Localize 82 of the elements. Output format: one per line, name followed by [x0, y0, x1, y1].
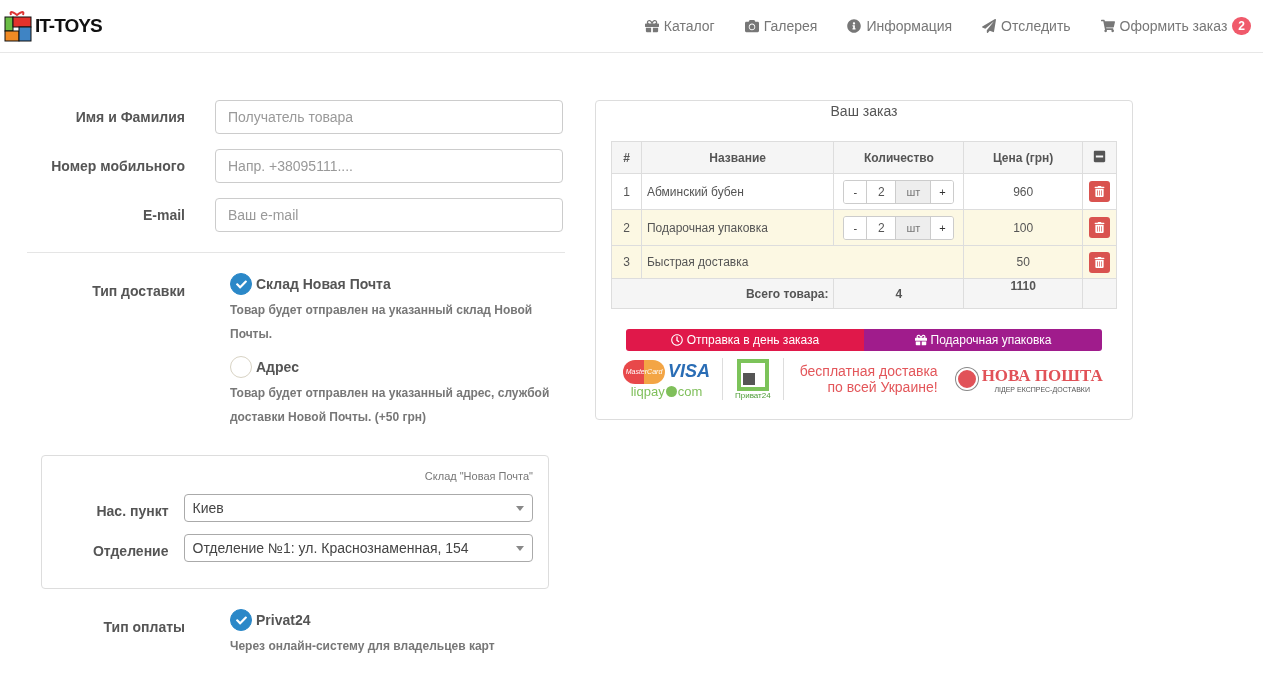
clock-icon	[670, 334, 683, 346]
nav-link[interactable]: Оформить заказ 2	[1100, 17, 1251, 35]
column-header: #	[611, 141, 642, 174]
caret-icon	[516, 545, 524, 551]
nav-link[interactable]: Каталог	[644, 18, 715, 34]
option-title: Склад Новая Почта	[256, 276, 391, 292]
input-field[interactable]: Ваш e-mail	[215, 198, 563, 232]
section-label: Тип доставки	[91, 283, 185, 299]
table-cell: Абминский бубен	[641, 173, 834, 210]
nav-link[interactable]: Информация	[847, 18, 953, 34]
gift-icon	[914, 334, 927, 346]
option-description: Товар будет отправлен на указанный адрес, службой доставки Новой Почты. (+50 грн)	[230, 385, 551, 426]
payment-logo: liqpay	[630, 383, 665, 399]
input-field[interactable]: Получатель товара	[215, 100, 563, 134]
unit-label: шт	[896, 180, 932, 203]
total-label: Всего товара:	[611, 278, 834, 309]
field-label: Нас. пункт	[95, 502, 169, 519]
trash-icon	[1094, 256, 1105, 268]
field-label: Номер мобильного	[50, 158, 185, 174]
collapse-icon[interactable]	[1093, 149, 1106, 163]
bank-logo	[736, 358, 769, 391]
table-cell: 50	[963, 245, 1083, 279]
field-label: Имя и Фамилия	[74, 109, 185, 125]
delete-button[interactable]	[1089, 181, 1110, 202]
count-badge: 2	[1232, 17, 1251, 35]
trash-icon	[1094, 222, 1105, 233]
table-cell: 1	[611, 173, 642, 210]
section-label: Тип оплаты	[102, 619, 185, 635]
coin-icon	[665, 385, 677, 397]
promo-text: по всей Украине!	[827, 379, 938, 395]
field-label: E-mail	[142, 207, 185, 223]
column-header: Количество	[833, 141, 964, 174]
column-header: Цена (грн)	[963, 141, 1083, 174]
info-icon	[847, 19, 862, 33]
cart-icon	[1100, 19, 1115, 33]
check-icon	[235, 614, 247, 626]
bank-name: Приват24	[735, 390, 771, 400]
courier-logo: НОВА ПОШТА	[981, 365, 1103, 386]
total-price: 1110	[963, 278, 1083, 309]
option-title: Privat24	[256, 612, 311, 628]
seal-icon	[955, 368, 978, 390]
dropdown-select[interactable]: Киев	[183, 494, 533, 522]
table-cell: 960	[963, 173, 1083, 210]
column-header: Название	[641, 141, 834, 174]
check-icon	[235, 278, 247, 290]
table-cell: 3	[611, 245, 642, 279]
gift-box-logo	[3, 9, 33, 43]
unit-label: шт	[896, 216, 932, 239]
order-title: Ваш заказ	[829, 103, 899, 119]
payment-logo: com	[677, 383, 703, 399]
field-label: Отделение	[91, 542, 169, 559]
quantity-value[interactable]: 2	[866, 216, 897, 239]
camera-icon	[744, 19, 759, 33]
delete-button[interactable]	[1089, 217, 1110, 238]
total-quantity: 4	[833, 278, 964, 309]
table-cell: Быстрая доставка	[641, 245, 964, 279]
trash-icon	[1094, 186, 1105, 197]
table-cell: 100	[963, 209, 1083, 246]
option-title: Адрес	[256, 359, 299, 375]
radio-button[interactable]	[230, 609, 252, 631]
gift-icon	[644, 19, 659, 33]
option-description: Через онлайн-систему для владельцев карт	[230, 638, 496, 655]
delete-button[interactable]	[1089, 251, 1110, 273]
promo-text: бесплатная доставка	[799, 363, 938, 379]
increment-button[interactable]: +	[931, 216, 954, 239]
panel-caption: Склад "Новая Почта"	[424, 470, 533, 482]
input-field[interactable]: Напр. +38095111....	[215, 149, 563, 183]
table-cell: Подарочная упаковка	[641, 209, 834, 246]
dropdown-select[interactable]: Отделение №1: ул. Краснознаменная, 154	[183, 534, 533, 562]
decrement-button[interactable]: -	[844, 216, 867, 239]
nav-link[interactable]: Отследить	[982, 18, 1071, 34]
option-description: Товар будет отправлен на указанный склад Новой Почты.	[230, 302, 534, 343]
radio-button[interactable]	[230, 273, 252, 295]
card-logo: VISA	[668, 361, 710, 382]
feature-banner: Подарочная упаковка	[864, 329, 1102, 351]
caret-icon	[516, 505, 524, 511]
nav-link[interactable]: Галерея	[744, 18, 818, 34]
logo-text: IT-TOYS	[35, 15, 102, 37]
feature-banner: Отправка в день заказа	[626, 329, 864, 351]
table-cell: 2	[611, 209, 642, 246]
quantity-value[interactable]: 2	[866, 180, 897, 203]
paper-plane-icon	[982, 19, 997, 33]
